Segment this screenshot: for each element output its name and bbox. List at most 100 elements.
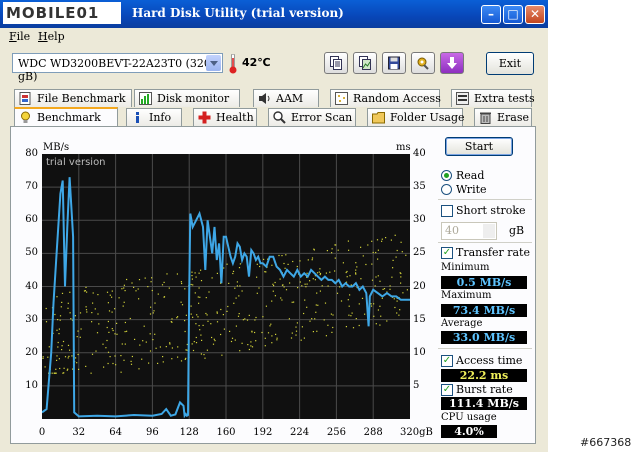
short-stroke-checkbox[interactable] — [441, 205, 453, 217]
access-time-point — [59, 367, 61, 370]
access-time-point — [200, 353, 202, 355]
save-button[interactable] — [382, 52, 406, 74]
access-time-point — [51, 372, 53, 374]
tab-file-benchmark[interactable]: File Benchmark — [14, 89, 132, 107]
tab-health[interactable]: Health — [193, 108, 257, 126]
access-time-point — [374, 285, 376, 287]
chart-grid — [42, 154, 410, 419]
access-time-point — [255, 340, 257, 342]
chevron-down-icon[interactable] — [206, 55, 221, 71]
maximize-button[interactable]: □ — [503, 5, 523, 24]
transfer-rate-checkbox[interactable]: ✓ — [441, 247, 453, 259]
access-time-point — [309, 320, 311, 322]
access-time-point — [254, 331, 256, 334]
tab-disk-monitor[interactable]: Disk monitor — [134, 89, 240, 107]
access-time-point — [400, 241, 402, 243]
access-time-point — [392, 267, 394, 269]
copy-text-button[interactable] — [324, 52, 348, 74]
tab-folder-usage[interactable]: Folder Usage — [367, 108, 465, 126]
access-time-point — [111, 290, 113, 292]
access-time-point — [331, 331, 333, 333]
maximum-value: 73.4 MB/s — [441, 304, 527, 317]
access-time-point — [295, 330, 298, 332]
access-time-point — [292, 260, 294, 263]
options-button[interactable] — [411, 52, 435, 74]
tab-info[interactable]: Info — [126, 108, 182, 126]
access-time-point — [337, 249, 339, 251]
access-time-point — [78, 368, 80, 370]
access-time-point — [220, 308, 222, 311]
access-time-point — [223, 328, 225, 330]
access-time-point — [57, 319, 59, 321]
access-time-point — [232, 272, 234, 275]
access-time-point — [55, 368, 57, 370]
copy-icon — [330, 56, 342, 70]
access-time-point — [259, 265, 261, 268]
access-time-point — [138, 298, 140, 300]
close-button[interactable]: ✕ — [525, 5, 545, 24]
file-benchmark-icon — [19, 92, 31, 105]
access-time-point — [109, 294, 111, 296]
access-time-point — [197, 296, 199, 298]
access-time-point — [220, 333, 222, 336]
access-time-point — [347, 240, 349, 242]
access-time-point — [154, 333, 156, 335]
download-button[interactable] — [440, 52, 464, 74]
access-time-checkbox[interactable]: ✓ — [441, 355, 453, 367]
divider — [438, 242, 532, 243]
access-time-point — [236, 281, 238, 283]
access-time-point — [281, 284, 284, 286]
access-time-point — [195, 323, 197, 325]
access-time-point — [316, 292, 318, 294]
access-time-point — [54, 313, 56, 316]
access-time-point — [355, 273, 357, 275]
tab-random-access[interactable]: Random Access — [330, 89, 441, 107]
write-radio[interactable] — [441, 184, 452, 195]
access-time-point — [111, 328, 113, 330]
access-time-point — [148, 362, 150, 364]
tab-benchmark[interactable]: Benchmark — [14, 107, 118, 127]
drive-select[interactable]: WDC WD3200BEVT-22A23T0 (320 gB) — [12, 53, 223, 83]
tab-erase[interactable]: Erase — [474, 108, 532, 126]
access-time-point — [234, 339, 236, 341]
burst-rate-checkbox[interactable]: ✓ — [441, 384, 453, 396]
tab-aam[interactable]: AAM — [253, 89, 319, 107]
spin-up-icon[interactable] — [483, 224, 495, 231]
copy-image-button[interactable] — [353, 52, 377, 74]
access-time-point — [246, 319, 249, 321]
access-time-point — [192, 349, 195, 352]
short-stroke-spinner[interactable]: 40 — [441, 222, 497, 240]
access-time-point — [64, 356, 67, 358]
tab-error-scan[interactable]: Error Scan — [268, 108, 356, 126]
access-time-point — [123, 301, 125, 303]
exit-button[interactable]: Exit — [486, 52, 534, 75]
access-time-point — [235, 325, 237, 327]
minimize-button[interactable]: – — [481, 5, 501, 24]
access-time-point — [331, 252, 333, 254]
access-time-point — [238, 313, 240, 315]
access-time-point — [237, 315, 240, 317]
access-time-point — [185, 357, 187, 359]
menu-file[interactable]: File — [9, 30, 30, 43]
access-time-point — [272, 290, 274, 292]
write-label: Write — [456, 183, 487, 196]
access-time-point — [108, 310, 111, 312]
tab-extra-tests[interactable]: Extra tests — [451, 89, 535, 107]
access-time-point — [283, 262, 285, 265]
read-radio[interactable] — [441, 170, 452, 181]
access-time-point — [112, 362, 114, 365]
access-time-point — [396, 312, 398, 314]
access-time-point — [184, 320, 186, 322]
access-time-point — [255, 316, 257, 319]
start-button[interactable]: Start — [445, 137, 513, 156]
menu-help[interactable]: Help — [38, 30, 65, 43]
access-time-point — [84, 290, 86, 292]
access-time-point — [190, 305, 192, 307]
access-time-point — [114, 333, 116, 335]
access-time-point — [314, 279, 316, 281]
access-time-point — [307, 259, 309, 261]
access-time-point — [56, 359, 58, 361]
spin-down-icon[interactable] — [483, 231, 495, 238]
access-time-point — [313, 249, 315, 251]
access-time-point — [216, 272, 218, 274]
